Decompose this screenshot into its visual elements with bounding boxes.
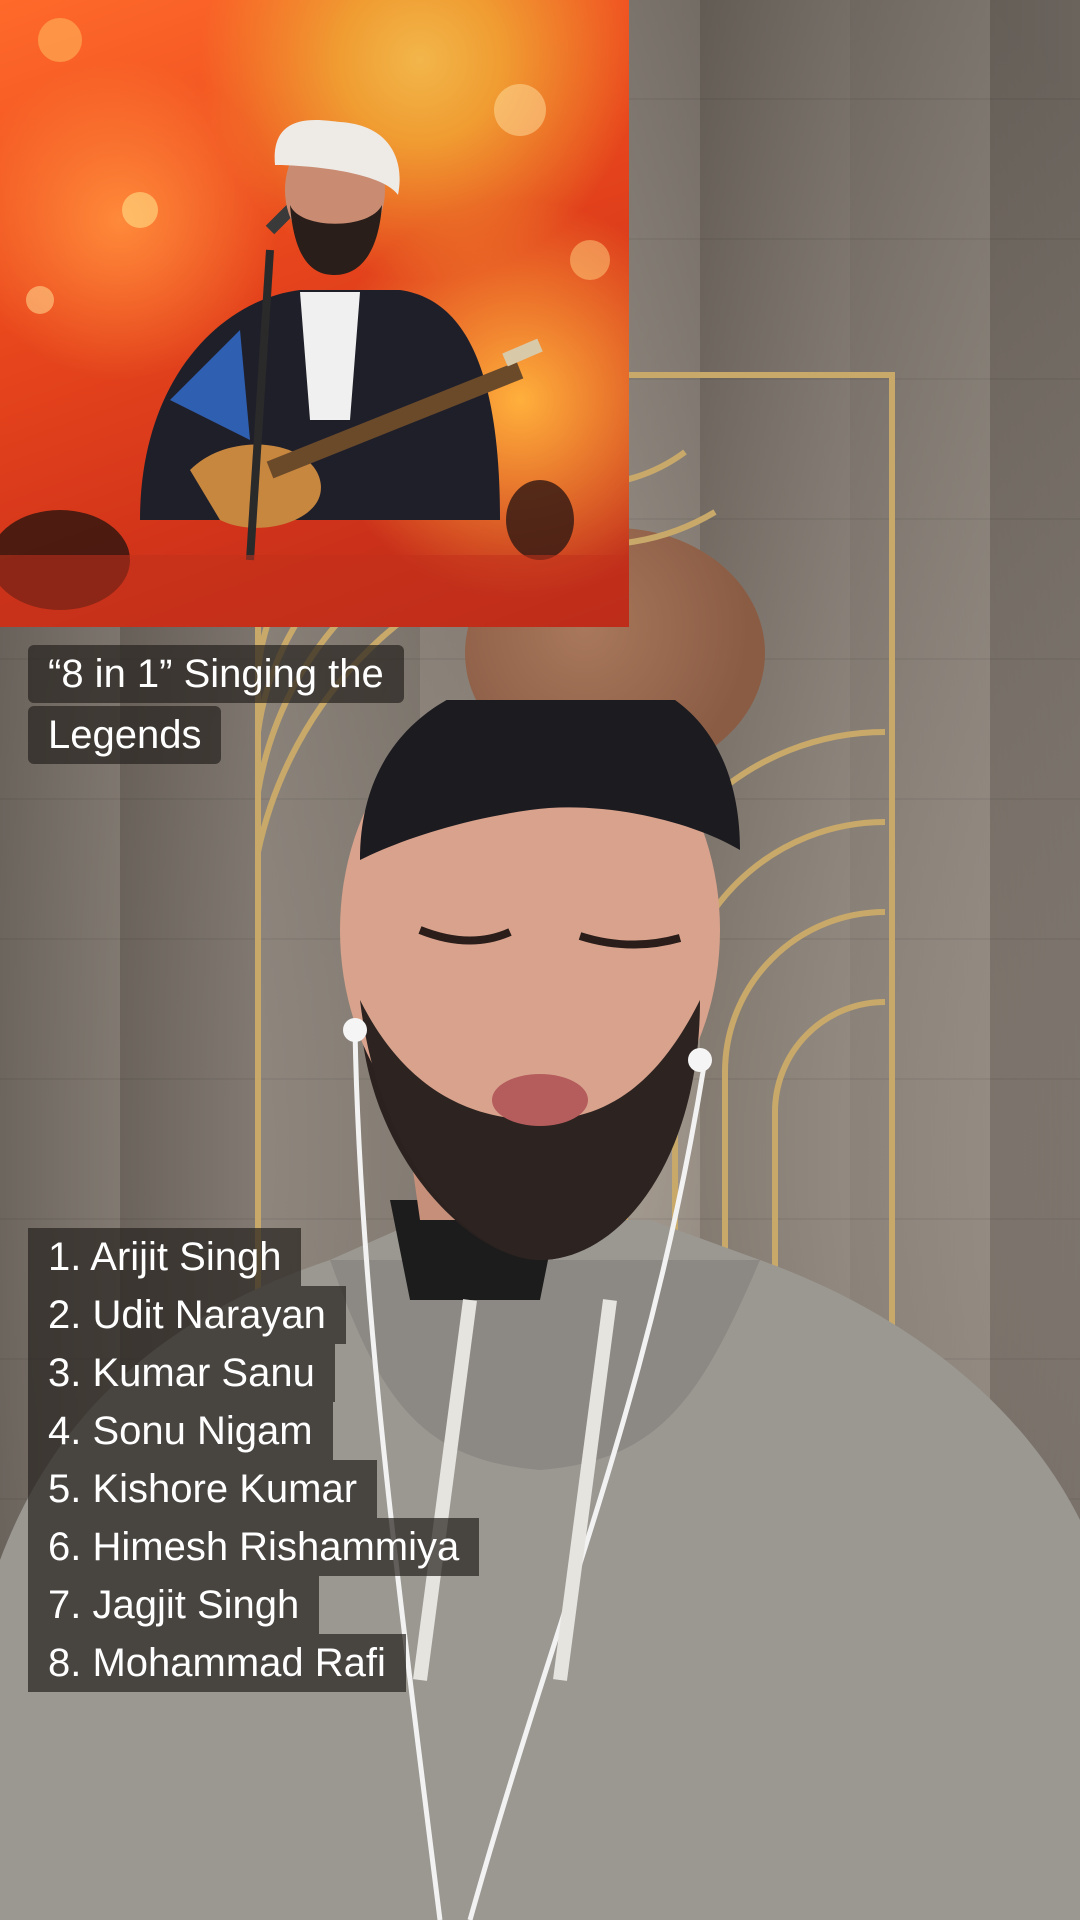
singer-list-item-5: 5. Kishore Kumar [28,1460,378,1518]
singer-list-item-7: 7. Jagjit Singh [28,1576,320,1634]
singer-list-item-6: 6. Himesh Rishammiya [28,1518,480,1576]
singer-list-item-4: 4. Sonu Nigam [28,1402,333,1460]
singer-list-item-8: 8. Mohammad Rafi [28,1634,406,1692]
inset-concert-photo [0,0,629,627]
video-frame: “8 in 1” Singing the Legends 1. Arijit S… [0,0,1080,1920]
singer-list-item-3: 3. Kumar Sanu [28,1344,335,1402]
title-caption-line-1: “8 in 1” Singing the [28,645,404,703]
title-caption-line-2: Legends [28,706,222,764]
singer-list-item-1: 1. Arijit Singh [28,1228,302,1286]
singer-list-item-2: 2. Udit Narayan [28,1286,346,1344]
